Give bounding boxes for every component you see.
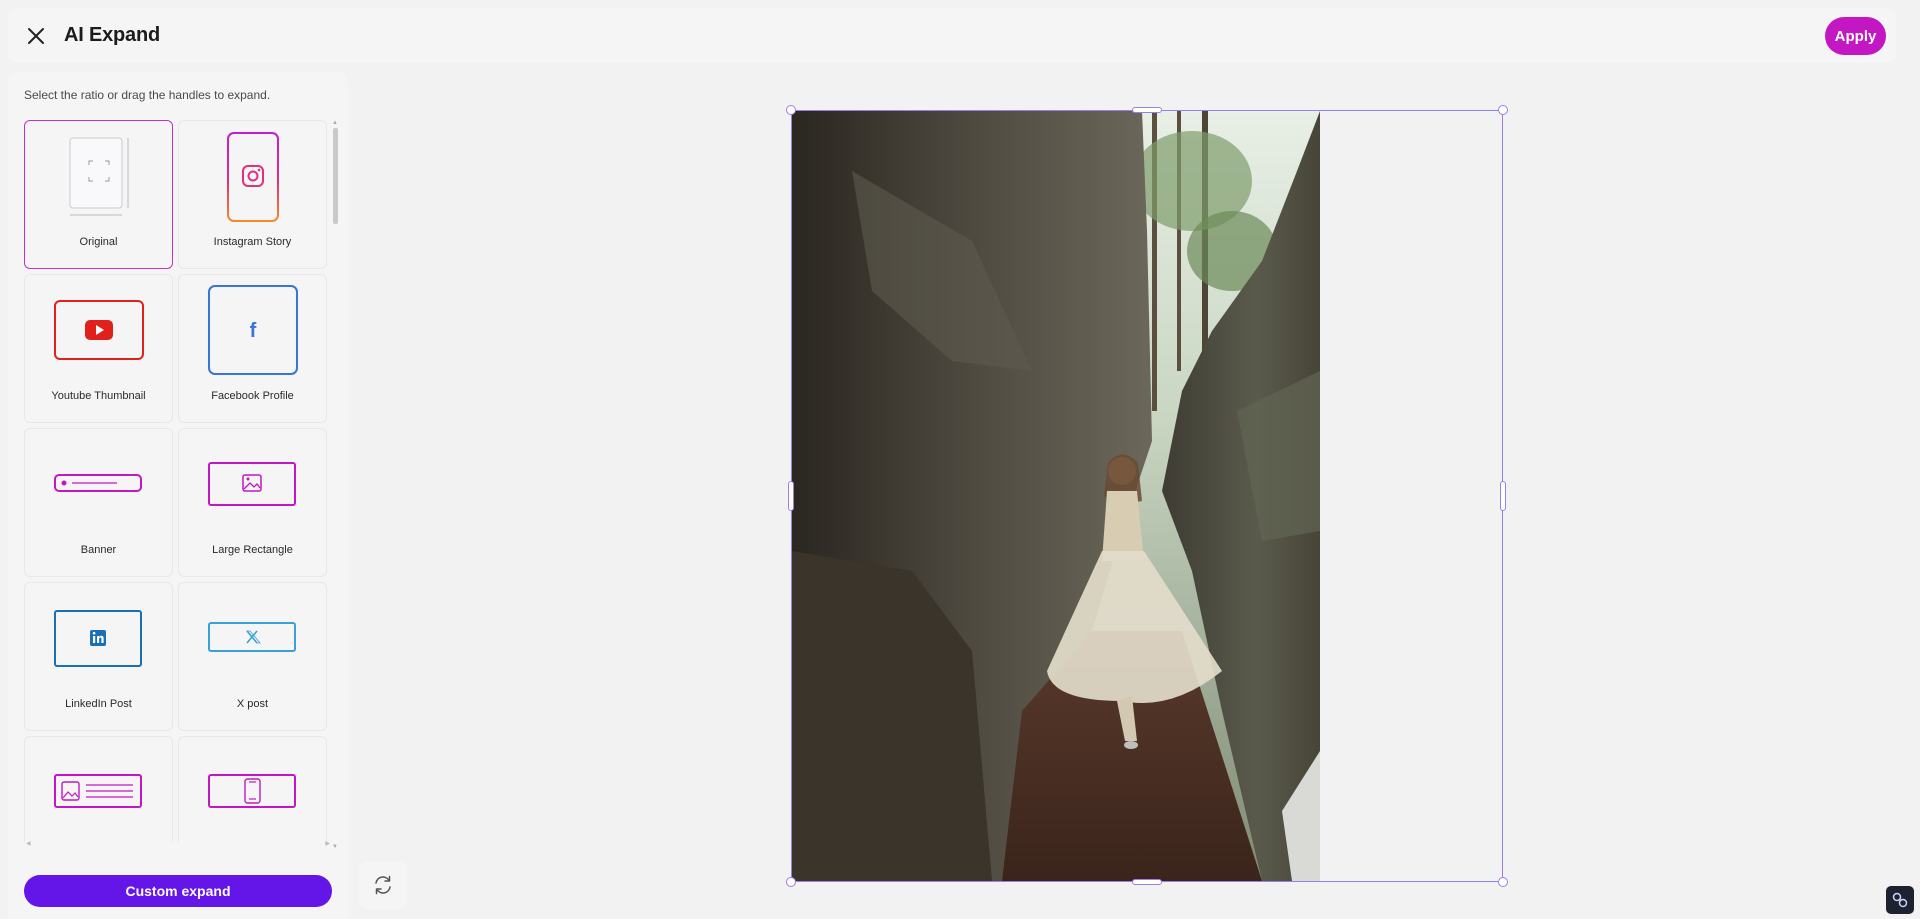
resize-handle-right[interactable] [1500,481,1506,511]
top-bar: AI Expand Apply [8,8,1896,63]
preset-youtube-thumbnail[interactable]: Youtube Thumbnail [24,274,173,423]
close-icon [28,28,44,44]
scroll-down-icon[interactable]: ▼ [332,844,338,850]
preset-label: Banner [80,544,117,556]
resize-handle-left[interactable] [788,481,794,511]
youtube-icon [25,299,172,361]
scrollbar-thumb[interactable] [333,128,338,224]
resize-handle-bottom[interactable] [1132,879,1162,885]
preset-banner[interactable]: Banner [24,428,173,577]
scroll-left-icon[interactable]: ◀ [26,840,31,847]
linkedin-icon [25,609,172,669]
apply-button[interactable]: Apply [1825,17,1886,55]
instruction-text: Select the ratio or drag the handles to … [24,88,271,102]
expand-frame [791,110,1503,882]
preset-large-rectangle[interactable]: Large Rectangle [178,428,327,577]
preset-article-image[interactable] [24,736,173,842]
preset-scrollbar[interactable]: ▲ ▼ [332,120,340,850]
link-icon [1892,892,1908,908]
horizontal-scrollbar[interactable]: ◀ ▶ [24,840,332,848]
page-title: AI Expand [64,24,160,46]
scroll-up-icon[interactable]: ▲ [332,120,338,126]
scroll-right-icon[interactable]: ▶ [325,840,330,847]
banner-icon [25,473,172,495]
preset-grid: Original Instagram Story Youtube Thumbna… [24,120,332,842]
ratio-sidebar: Select the ratio or drag the handles to … [8,72,348,919]
preset-instagram-story[interactable]: Instagram Story [178,120,327,269]
close-button[interactable] [24,24,48,48]
large-rectangle-icon [179,461,326,507]
extension-widget[interactable] [1886,886,1914,914]
x-icon [179,621,326,653]
article-image-icon [25,773,172,809]
preset-label: Original [79,236,118,248]
preset-facebook-profile[interactable]: f Facebook Profile [178,274,327,423]
refresh-icon [375,875,391,895]
custom-expand-button[interactable]: Custom expand [24,875,332,907]
resize-handle-bottom-left[interactable] [786,877,796,887]
svg-text:f: f [249,320,256,342]
preset-label: Youtube Thumbnail [51,390,146,402]
original-ratio-icon [25,135,172,219]
preset-label: Large Rectangle [212,544,293,556]
preset-label: Instagram Story [213,236,292,248]
preset-original[interactable]: Original [24,120,173,269]
preset-linkedin-post[interactable]: LinkedIn Post [24,582,173,731]
preset-label: LinkedIn Post [65,698,132,710]
preset-mobile[interactable] [178,736,327,842]
resize-handle-top-right[interactable] [1498,105,1508,115]
expand-canvas[interactable] [786,105,1508,887]
resize-handle-top[interactable] [1132,107,1162,113]
instagram-icon [179,131,326,223]
preset-label: X post [236,698,269,710]
resize-handle-bottom-right[interactable] [1498,877,1508,887]
facebook-icon: f [179,284,326,376]
preset-label: Facebook Profile [211,390,294,402]
refresh-button[interactable] [359,861,407,909]
mobile-icon [179,773,326,809]
resize-handle-top-left[interactable] [786,105,796,115]
preset-x-post[interactable]: X post [178,582,327,731]
